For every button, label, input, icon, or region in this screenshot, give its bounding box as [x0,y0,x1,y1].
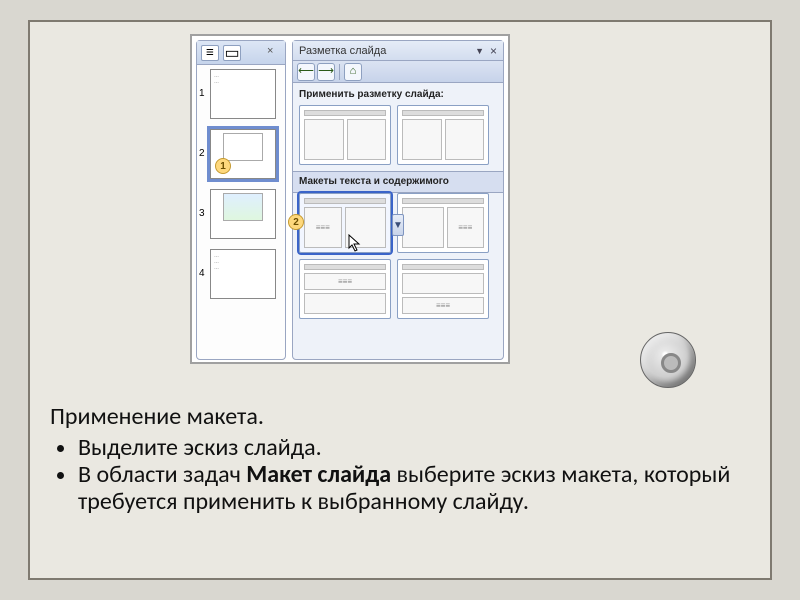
callout-2: 2 [288,214,304,230]
layout-grid-lower: ≡≡≡ ▼ 2 ≡≡≡ ≡≡≡ [293,193,503,325]
layout-tile[interactable] [397,105,489,165]
close-thumbs-icon[interactable]: × [267,46,281,60]
callout-1: 1 [215,158,231,174]
slide-canvas: ≡ ▭ × 1 …… 2 1 [28,20,772,580]
task-pane-dropdown-icon[interactable]: ▼ [475,41,484,61]
thumb-placeholder [223,133,263,161]
slide-thumb-1[interactable]: …… [210,69,276,119]
task-pane-toolbar: ⟵ ⟶ ⌂ [293,61,503,83]
layout-tile-selected[interactable]: ≡≡≡ ▼ 2 [299,193,391,253]
thumbnails-pane: ≡ ▭ × 1 …… 2 1 [196,40,286,360]
slide-thumb-3[interactable] [210,189,276,239]
thumb-row[interactable]: 1 …… [199,69,283,119]
text-content-section-label: Макеты текста и содержимого [293,171,503,193]
instruction-text: Применение макета. Выделите эскиз слайда… [50,402,750,516]
ppt-screenshot: ≡ ▭ × 1 …… 2 1 [190,34,510,364]
task-pane-title-bar: Разметка слайда ▼ × [293,41,503,61]
home-button[interactable]: ⌂ [344,63,362,81]
thumb-row[interactable]: 2 1 [199,129,283,179]
task-pane-close-icon[interactable]: × [490,41,497,61]
layout-tile[interactable]: ≡≡≡ [397,259,489,319]
slides-tab[interactable]: ▭ [223,45,241,61]
slide-thumb-4[interactable]: ……… [210,249,276,299]
instruction-bullet: В области задач Макет слайда выберите эс… [78,462,750,516]
layout-tile[interactable]: ≡≡≡ [299,259,391,319]
layout-tile[interactable] [299,105,391,165]
thumb-number: 4 [199,269,207,279]
instruction-bullet: Выделите эскиз слайда. [78,435,750,462]
back-button[interactable]: ⟵ [297,63,315,81]
disc-icon [640,332,696,388]
forward-button[interactable]: ⟶ [317,63,335,81]
thumb-row[interactable]: 4 ……… [199,249,283,299]
layout-dropdown-arrow[interactable]: ▼ [392,214,404,236]
layout-task-pane: Разметка слайда ▼ × ⟵ ⟶ ⌂ Применить разм… [292,40,504,360]
thumb-placeholder [223,193,263,221]
apply-layout-label: Применить разметку слайда: [293,83,503,105]
layout-grid-upper [293,105,503,171]
thumb-placeholder: …… [211,70,275,88]
instruction-heading: Применение макета. [50,402,750,431]
thumb-number: 2 [199,149,207,159]
slide-thumb-2-selected[interactable]: 1 [210,129,276,179]
thumb-number: 1 [199,89,207,99]
layout-tile[interactable]: ≡≡≡ [397,193,489,253]
thumb-row[interactable]: 3 [199,189,283,239]
outline-tab[interactable]: ≡ [201,45,219,61]
thumbnails-list: 1 …… 2 1 3 [197,65,285,303]
thumbnails-header: ≡ ▭ × [197,41,285,65]
thumb-number: 3 [199,209,207,219]
task-pane-title: Разметка слайда [299,41,386,61]
thumb-placeholder: ……… [211,250,275,274]
